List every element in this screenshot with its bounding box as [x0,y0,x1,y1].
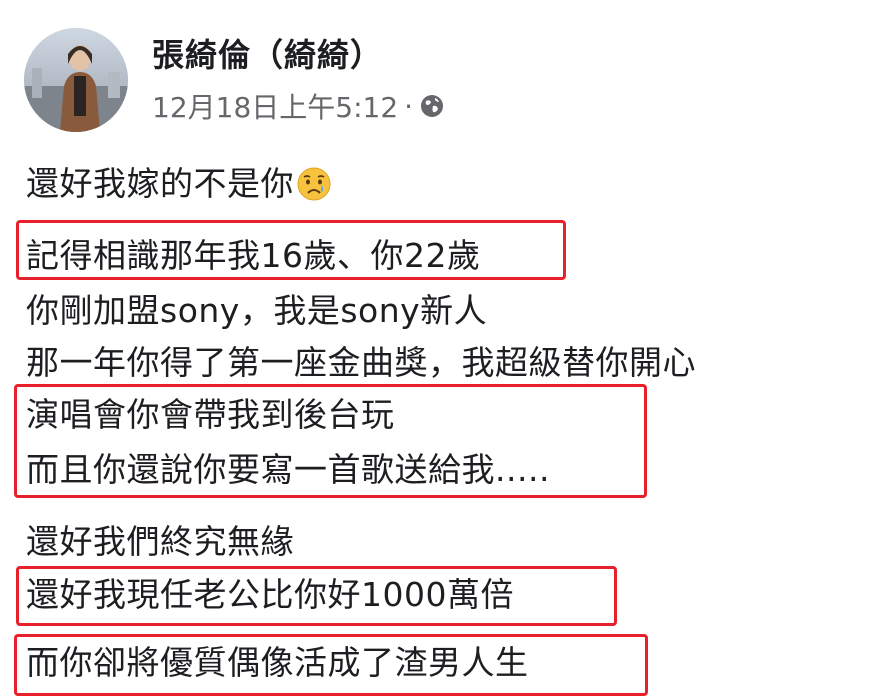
sad-face-emoji-icon [296,166,332,202]
post-meta: 12月18日上午5:12 · [152,86,445,126]
avatar[interactable] [24,28,128,132]
post-line-4: 那一年你得了第一座金曲獎，我超級替你開心 [26,343,696,382]
highlight-box-lines-5-6 [14,384,647,498]
post-line-7: 還好我們終究無緣 [26,522,294,561]
highlight-box-line-2 [16,220,566,280]
highlight-box-line-9 [14,634,648,696]
highlight-box-line-8 [16,566,617,626]
facebook-post: 張綺倫（綺綺） 12月18日上午5:12 · 還好我嫁的不是你 記得相識那年我1… [0,0,885,696]
author-name[interactable]: 張綺倫（綺綺） [152,30,383,76]
post-line-1: 還好我嫁的不是你 [26,164,294,203]
post-line-3: 你剛加盟sony，我是sony新人 [26,291,488,330]
post-timestamp[interactable]: 12月18日上午5:12 [152,86,398,126]
meta-separator: · [404,89,414,123]
globe-icon[interactable] [419,93,445,119]
post-text-line: 還好我嫁的不是你 [26,162,332,206]
